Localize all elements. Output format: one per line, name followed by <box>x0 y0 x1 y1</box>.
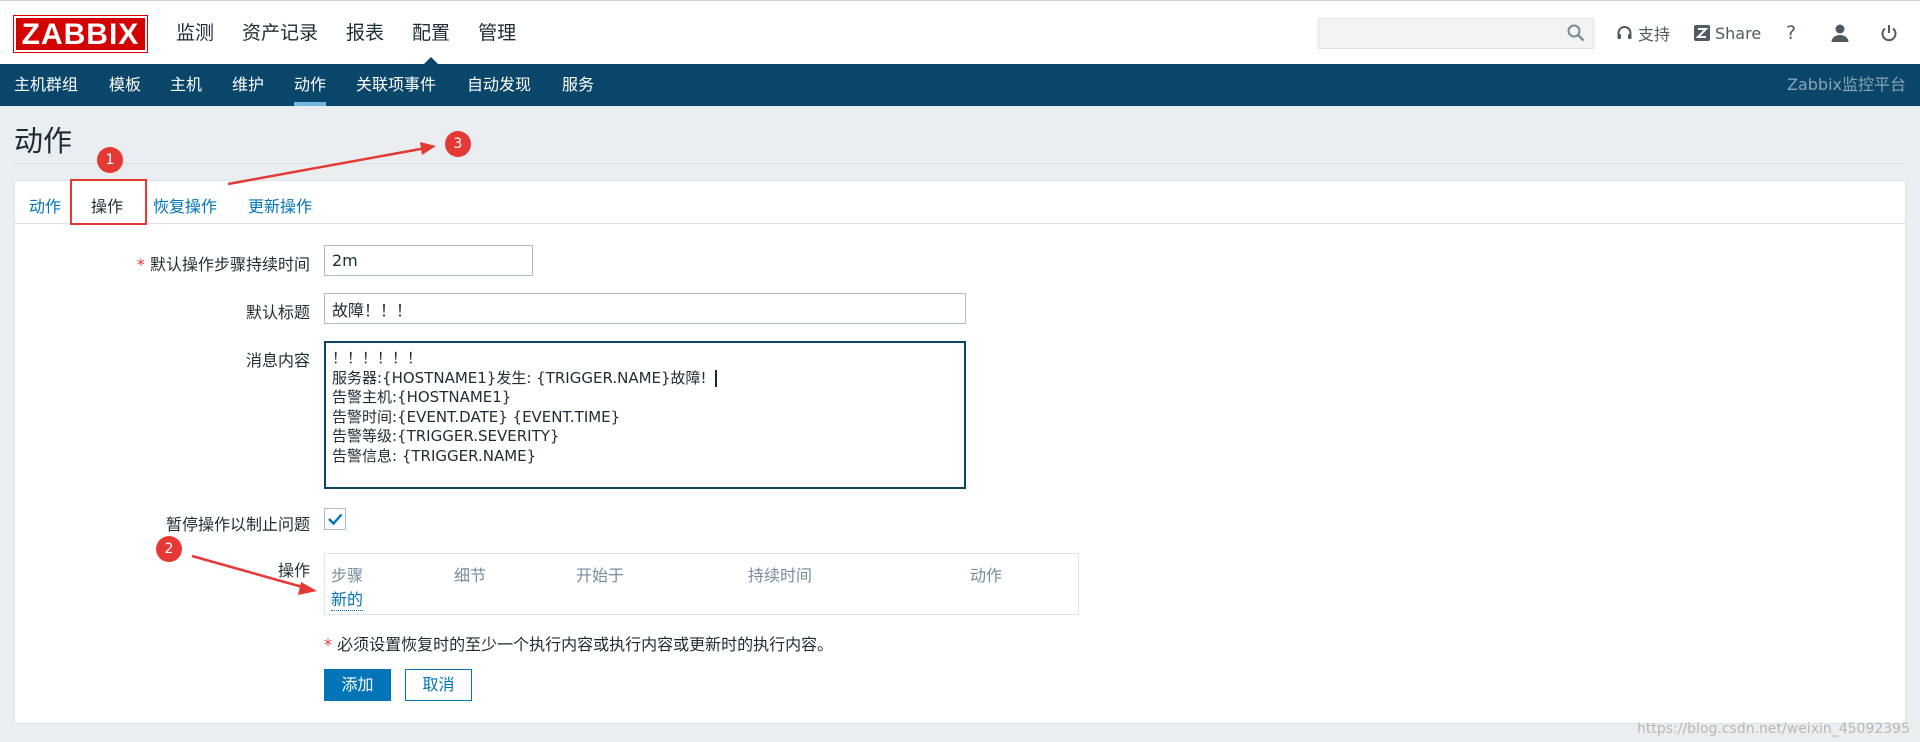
arrow-head-3 <box>420 142 436 155</box>
annotation-marker-1: 1 <box>97 147 123 173</box>
watermark: https://blog.csdn.net/weixin_45092395 <box>1636 721 1910 737</box>
annotation-arrows <box>191 142 436 595</box>
annotation-marker-3: 3 <box>445 131 471 157</box>
annotation-marker-2: 2 <box>156 536 182 562</box>
arrow-head-2 <box>298 582 317 595</box>
arrow-to-marker-3 <box>227 146 427 186</box>
arrow-to-new-link <box>191 554 307 590</box>
